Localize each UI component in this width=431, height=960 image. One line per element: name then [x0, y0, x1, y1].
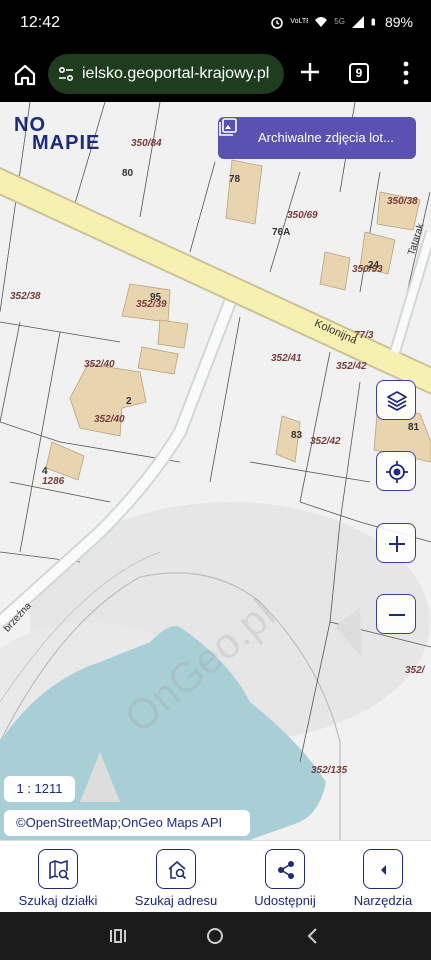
tools-label: Narzędzia [353, 893, 413, 908]
archive-photos-button[interactable]: Archiwalne zdjęcia lot... [218, 117, 416, 159]
share-button[interactable]: Udostępnij [248, 849, 322, 908]
tune-icon[interactable] [56, 64, 76, 84]
map-attribution[interactable]: ©OpenStreetMap;OnGeo Maps API [4, 810, 250, 836]
map-search-icon [38, 849, 78, 889]
network-tag: 5G [334, 17, 345, 26]
signal-icon [351, 16, 364, 28]
house-number: 83 [291, 430, 303, 441]
home-search-icon [156, 849, 196, 889]
house-number: 2 [126, 396, 132, 407]
archive-photos-label: Archiwalne zdjęcia lot... [258, 130, 394, 145]
search-parcel-button[interactable]: Szukaj działki [12, 849, 104, 908]
layers-button[interactable] [376, 380, 416, 420]
share-label: Udostępnij [254, 893, 316, 908]
wifi-icon [315, 17, 328, 27]
map-canvas[interactable]: OnGeo.pl 350/84 350/69 350/38 350/93 352… [0, 102, 431, 840]
url-text: ielsko.geoportal-krajowy.pl [82, 65, 270, 82]
parcel-label: 352/42 [310, 436, 341, 447]
tabs-icon[interactable]: 9 [349, 63, 369, 83]
chevron-left-icon [363, 849, 403, 889]
parcel-label: 350/84 [131, 138, 162, 149]
map-scale: 1 : 1211 [4, 776, 75, 802]
layers-icon [387, 391, 407, 412]
parcel-label: 352/40 [94, 414, 125, 425]
parcel-label: 352/41 [271, 353, 302, 364]
logo-text-bottom: MAPIE [32, 132, 101, 154]
house-number: 81 [408, 422, 420, 433]
back-icon[interactable] [303, 926, 323, 946]
alarm-icon [271, 17, 284, 29]
search-parcel-label: Szukaj działki [18, 893, 98, 908]
system-navbar [0, 912, 431, 960]
my-location-button[interactable] [376, 451, 416, 491]
status-bar: 12:42 VoLTE 5G 89% [0, 0, 431, 48]
plus-icon[interactable] [298, 60, 322, 84]
parcel-label: 352/40 [84, 359, 115, 370]
status-icons: VoLTE 5G 89% [270, 14, 413, 30]
map-graphics [0, 102, 431, 840]
battery-icon [371, 18, 375, 26]
minus-icon [389, 614, 405, 616]
search-address-label: Szukaj adresu [134, 893, 218, 908]
parcel-label: 352/135 [311, 765, 348, 776]
house-number: 24 [368, 260, 380, 271]
browser-toolbar: ielsko.geoportal-krajowy.pl 9 [0, 48, 431, 102]
house-number: 76A [272, 227, 291, 238]
share-icon [265, 849, 305, 889]
nomapie-logo[interactable]: NO MAPIE [14, 114, 114, 154]
tools-button[interactable]: Narzędzia [346, 849, 420, 908]
house-number: 78 [229, 174, 241, 185]
volte-tag: VoLTE [290, 18, 308, 25]
recent-apps-icon[interactable] [108, 926, 128, 946]
photo-library-icon [219, 118, 237, 136]
battery-level: 89% [384, 14, 413, 30]
parcel-label: 352/42 [336, 361, 367, 372]
parcel-label: 350/38 [387, 196, 418, 207]
house-number: 4 [42, 466, 48, 477]
zoom-in-button[interactable] [376, 523, 416, 563]
parcel-label: 352/38 [10, 291, 41, 302]
buildings [45, 159, 431, 481]
zoom-out-button[interactable] [376, 594, 416, 634]
house-number: 80 [122, 168, 134, 179]
house-number: 95 [150, 292, 162, 303]
address-bar[interactable]: ielsko.geoportal-krajowy.pl [48, 54, 284, 94]
parcel-label: 1286 [42, 476, 65, 487]
home-nav-icon[interactable] [205, 926, 225, 946]
status-time: 12:42 [20, 14, 61, 31]
bottom-toolbar: Szukaj działki Szukaj adresu Udostępnij … [0, 840, 431, 912]
plus-icon [389, 536, 405, 552]
parcel-label: 352/ [405, 665, 425, 676]
parcel-label: 350/69 [287, 210, 318, 221]
home-icon[interactable] [10, 60, 40, 90]
search-address-button[interactable]: Szukaj adresu [130, 849, 222, 908]
more-vert-icon[interactable] [400, 60, 412, 86]
crosshair-icon [386, 461, 408, 483]
